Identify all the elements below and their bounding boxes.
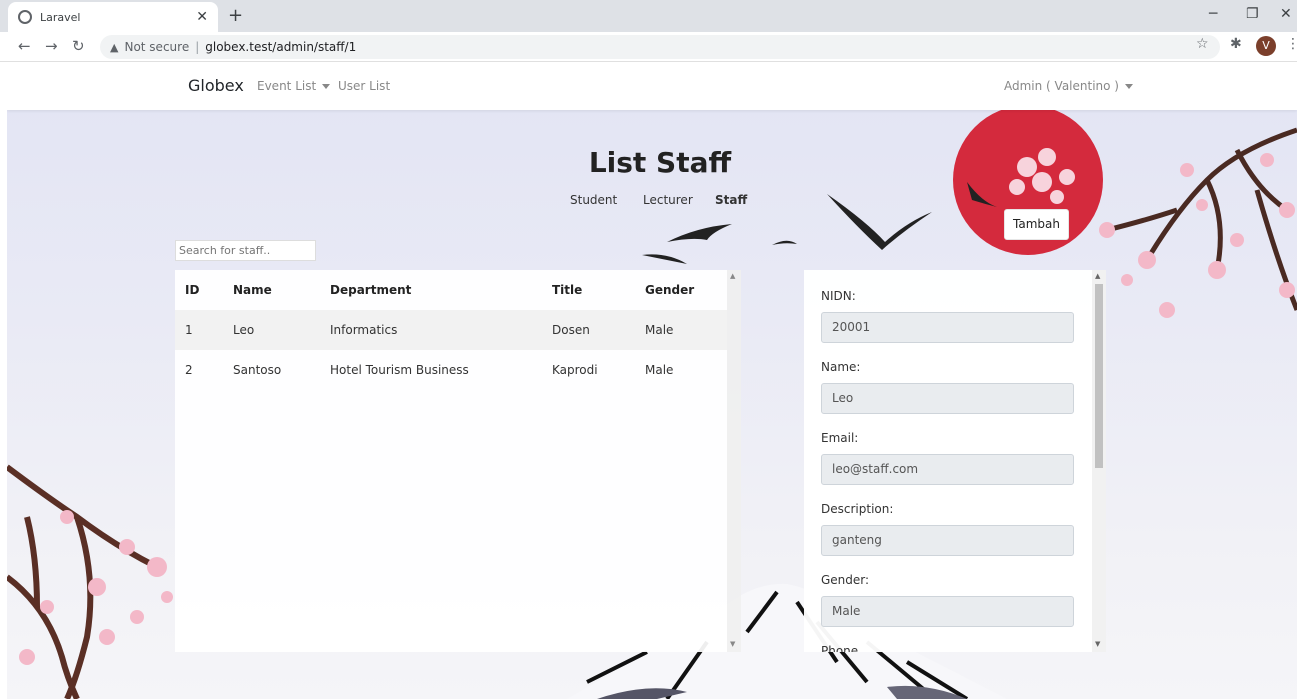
email-field[interactable]: leo@staff.com: [821, 454, 1074, 485]
table-row[interactable]: 1 Leo Informatics Dosen Male: [175, 310, 727, 350]
header-gender: Gender: [645, 283, 695, 297]
browser-toolbar: ← → ↻ ▲ Not secure | globex.test/admin/s…: [0, 32, 1297, 62]
cell-gender: Male: [645, 363, 674, 377]
cell-title: Dosen: [552, 323, 590, 337]
cell-department: Hotel Tourism Business: [330, 363, 469, 377]
page-title: List Staff: [588, 146, 732, 179]
nav-event-list-label: Event List: [257, 79, 317, 93]
browser-tab[interactable]: Laravel ✕: [8, 2, 218, 32]
admin-name: Admin ( Valentino ): [1004, 79, 1119, 93]
cell-id: 1: [185, 323, 193, 337]
nav-user-list[interactable]: User List: [338, 79, 390, 93]
minimize-icon[interactable]: ─: [1209, 6, 1217, 22]
nav-admin-menu[interactable]: Admin ( Valentino ): [1004, 79, 1133, 93]
page: Globex Event List User List Admin ( Vale…: [7, 62, 1297, 699]
tab-lecturer[interactable]: Lecturer: [643, 193, 693, 207]
chevron-down-icon: [1125, 84, 1133, 89]
gender-label: Gender:: [821, 573, 870, 587]
header-department: Department: [330, 283, 412, 297]
staff-table-panel: ID Name Department Title Gender 1 Leo In…: [175, 270, 727, 652]
description-field[interactable]: ganteng: [821, 525, 1074, 556]
description-label: Description:: [821, 502, 894, 516]
chevron-down-icon: [322, 84, 331, 89]
url-text: globex.test/admin/staff/1: [205, 40, 357, 54]
globe-icon: [18, 10, 32, 24]
tab-student[interactable]: Student: [570, 193, 617, 207]
staff-name-link[interactable]: Santoso: [233, 350, 330, 390]
name-field[interactable]: Leo: [821, 383, 1074, 414]
cell-department: Informatics: [330, 323, 398, 337]
brand-logo[interactable]: Globex: [188, 76, 244, 95]
table-scrollbar[interactable]: ▲ ▼: [727, 270, 741, 652]
table-header-row: ID Name Department Title Gender: [175, 270, 727, 310]
cherry-branch-left: [7, 464, 173, 699]
search-input[interactable]: [175, 240, 316, 261]
address-bar[interactable]: ▲ Not secure | globex.test/admin/staff/1: [100, 35, 1220, 59]
scroll-up-icon[interactable]: ▲: [1095, 272, 1100, 280]
forward-icon[interactable]: →: [45, 37, 58, 55]
scroll-up-icon[interactable]: ▲: [730, 272, 735, 280]
staff-detail-panel: NIDN: 20001 Name: Leo Email: leo@staff.c…: [804, 270, 1092, 652]
top-navbar: Globex Event List User List Admin ( Vale…: [7, 62, 1297, 110]
header-id: ID: [185, 283, 200, 297]
header-title: Title: [552, 283, 583, 297]
cell-gender: Male: [645, 323, 674, 337]
detail-scrollbar[interactable]: ▲ ▼: [1092, 270, 1106, 652]
separator: |: [195, 40, 200, 54]
email-label: Email:: [821, 431, 859, 445]
security-label: Not secure: [124, 40, 190, 54]
add-button[interactable]: Tambah: [1004, 209, 1069, 240]
cell-id: 2: [185, 363, 193, 377]
gender-field[interactable]: Male: [821, 596, 1074, 627]
tab-staff[interactable]: Staff: [715, 193, 747, 207]
staff-table: ID Name Department Title Gender 1 Leo In…: [175, 270, 727, 390]
header-name: Name: [233, 283, 272, 297]
profile-avatar[interactable]: V: [1256, 36, 1276, 56]
phone-label: Phone: [821, 644, 859, 652]
window-close-icon[interactable]: ✕: [1280, 6, 1292, 22]
name-label: Name:: [821, 360, 861, 374]
tab-title: Laravel: [40, 10, 81, 24]
nidn-label: NIDN:: [821, 289, 856, 303]
new-tab-icon[interactable]: +: [228, 5, 243, 26]
cherry-branch-right: [1099, 127, 1297, 318]
close-tab-icon[interactable]: ✕: [196, 9, 208, 25]
back-icon[interactable]: ←: [18, 37, 31, 55]
restore-icon[interactable]: ❐: [1246, 6, 1259, 22]
star-icon[interactable]: ☆: [1196, 36, 1209, 52]
warning-icon: ▲: [110, 40, 119, 54]
extensions-icon[interactable]: ✱: [1230, 36, 1242, 52]
scroll-down-icon[interactable]: ▼: [730, 640, 735, 648]
table-row[interactable]: 2 Santoso Hotel Tourism Business Kaprodi…: [175, 350, 727, 390]
scrollbar-thumb[interactable]: [1095, 284, 1103, 468]
staff-name-link[interactable]: Leo: [233, 310, 330, 350]
cell-title: Kaprodi: [552, 363, 598, 377]
nidn-field[interactable]: 20001: [821, 312, 1074, 343]
nav-event-list[interactable]: Event List: [257, 79, 331, 93]
reload-icon[interactable]: ↻: [72, 37, 85, 55]
browser-tabstrip: Laravel ✕ + ─ ❐ ✕: [0, 0, 1297, 32]
scroll-down-icon[interactable]: ▼: [1095, 640, 1100, 648]
menu-icon[interactable]: ⋮: [1286, 36, 1297, 52]
